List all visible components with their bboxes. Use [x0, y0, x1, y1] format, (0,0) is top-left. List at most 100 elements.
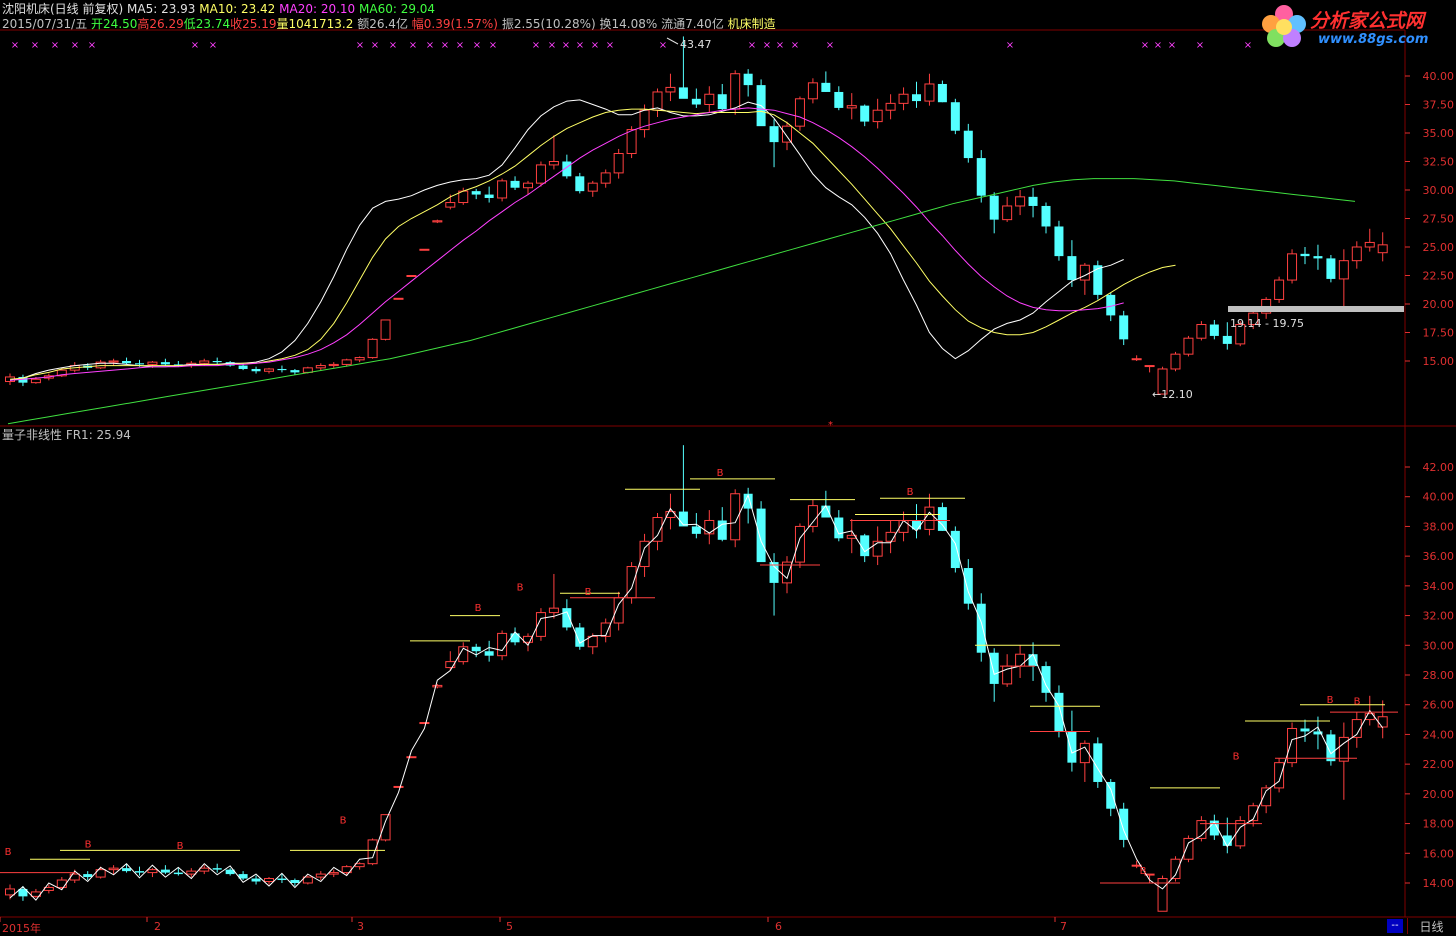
- x-label-jun: 6: [775, 920, 782, 933]
- amplitude-value: 振2.55(10.28%): [501, 17, 596, 31]
- candle-body: [1300, 253, 1310, 257]
- candle-body: [1119, 315, 1129, 340]
- signal-marker: B: [85, 839, 92, 850]
- candle-body: [691, 98, 701, 105]
- y-tick-label-upper: 20.00: [1423, 298, 1455, 311]
- candle-body: [432, 220, 443, 223]
- range-annotation: 19.14 - 19.75: [1230, 317, 1304, 330]
- candle-body: [626, 566, 637, 599]
- marker-x: ×: [71, 40, 79, 51]
- marker-x: ×: [791, 40, 799, 51]
- header-line-2: 2015/07/31/五 开24.50高26.29低23.74收25.19量10…: [2, 17, 776, 31]
- signal-marker: B: [517, 582, 524, 593]
- candle-body: [1015, 196, 1026, 207]
- ma60-value: MA60: 29.04: [359, 2, 436, 16]
- candle-body: [743, 73, 753, 86]
- candle-body: [872, 540, 883, 557]
- chart-canvas[interactable]: 15.00 17.50 20.00 22.50 25.00 27.50 30.00 32.50…: [0, 0, 1456, 935]
- candle-body: [1067, 256, 1077, 281]
- candle-body: [989, 652, 999, 684]
- low-annotation: ←12.10: [1152, 388, 1193, 401]
- y-tick-label-lower: 42.00: [1423, 461, 1455, 474]
- candle-body: [937, 507, 947, 531]
- marker-x: ×: [356, 40, 364, 51]
- candle-body: [328, 872, 339, 875]
- candle-body: [912, 94, 921, 102]
- candle-body: [199, 867, 210, 872]
- candle-body: [794, 98, 805, 127]
- signal-marker: B: [177, 841, 184, 852]
- candle-body: [548, 607, 559, 614]
- header-line-1: 沈阳机床(日线 前复权) MA5: 23.93 MA10: 23.42 MA20…: [2, 2, 435, 16]
- candle-body: [432, 684, 443, 688]
- candle-body: [264, 368, 274, 372]
- y-tick-label-upper: 40.00: [1423, 70, 1455, 83]
- candle-body: [1287, 727, 1298, 764]
- candle-body: [1067, 731, 1077, 763]
- candle-body: [523, 182, 533, 189]
- marker-x: ×: [473, 40, 481, 51]
- x-axis: 2015年 2 3 5 6 7: [0, 917, 1400, 935]
- tab-daily[interactable]: 日线: [1407, 918, 1455, 934]
- marker-x: ×: [1196, 40, 1204, 51]
- candle-body: [1183, 337, 1194, 355]
- candle-body: [1144, 365, 1155, 368]
- marker-x: ×: [532, 40, 540, 51]
- signal-marker: B: [1233, 752, 1240, 763]
- candle-body: [510, 180, 520, 188]
- candle-body: [1041, 666, 1051, 693]
- candle-body: [497, 180, 508, 199]
- y-tick-label-lower: 18.00: [1423, 818, 1455, 831]
- candle-body: [290, 880, 300, 883]
- candle-body: [626, 129, 637, 155]
- candle-body: [212, 361, 222, 363]
- candle-body: [1235, 820, 1246, 847]
- y-tick-label-lower: 16.00: [1423, 847, 1455, 860]
- candle-body: [1377, 244, 1388, 254]
- candle-body: [212, 868, 222, 870]
- candle-body: [186, 870, 197, 875]
- candle-body: [575, 176, 585, 192]
- candle-body: [691, 526, 701, 534]
- candle-body: [613, 153, 624, 174]
- flower-logo-icon: [1262, 5, 1306, 47]
- candle-body: [445, 202, 456, 208]
- candle-body: [950, 530, 960, 569]
- candle-body: [794, 525, 805, 563]
- candle-body: [135, 871, 144, 873]
- y-tick-label-lower: 38.00: [1423, 520, 1455, 533]
- marker-x: ×: [748, 40, 756, 51]
- candle-body: [1274, 279, 1285, 300]
- candle-body: [471, 646, 481, 652]
- candle-body: [471, 191, 481, 195]
- support-band: [1228, 306, 1404, 312]
- marker-x: ×: [826, 40, 834, 51]
- candle-body: [1054, 692, 1064, 732]
- ma10-value: MA10: 23.42: [199, 2, 276, 16]
- marker-x: ×: [426, 40, 434, 51]
- candle-body: [108, 360, 119, 363]
- y-tick-label-lower: 20.00: [1423, 788, 1455, 801]
- candle-body: [562, 608, 572, 628]
- marker-x: ×: [776, 40, 784, 51]
- candle-body: [1377, 716, 1388, 728]
- candle-body: [497, 632, 508, 657]
- candle-body: [665, 86, 676, 93]
- candle-body: [1079, 264, 1090, 281]
- y-tick-label-upper: 30.00: [1423, 184, 1455, 197]
- candle-body: [1119, 808, 1129, 840]
- candle-body: [380, 319, 391, 340]
- stock-name[interactable]: 沈阳机床(日线 前复权): [2, 2, 123, 16]
- candle-body: [199, 360, 210, 364]
- scroll-button[interactable]: --: [1387, 919, 1403, 933]
- ma20-value: MA20: 20.10: [279, 2, 356, 16]
- marker-x: ×: [606, 40, 614, 51]
- marker-x: ×: [1006, 40, 1014, 51]
- x-label-2015: 2015年: [2, 922, 41, 935]
- candle-body: [885, 102, 896, 111]
- signal-marker: B: [1354, 697, 1361, 708]
- candle-body: [924, 506, 935, 530]
- candle-body: [872, 109, 883, 123]
- candle-body: [1028, 654, 1038, 667]
- candle-body: [834, 91, 844, 108]
